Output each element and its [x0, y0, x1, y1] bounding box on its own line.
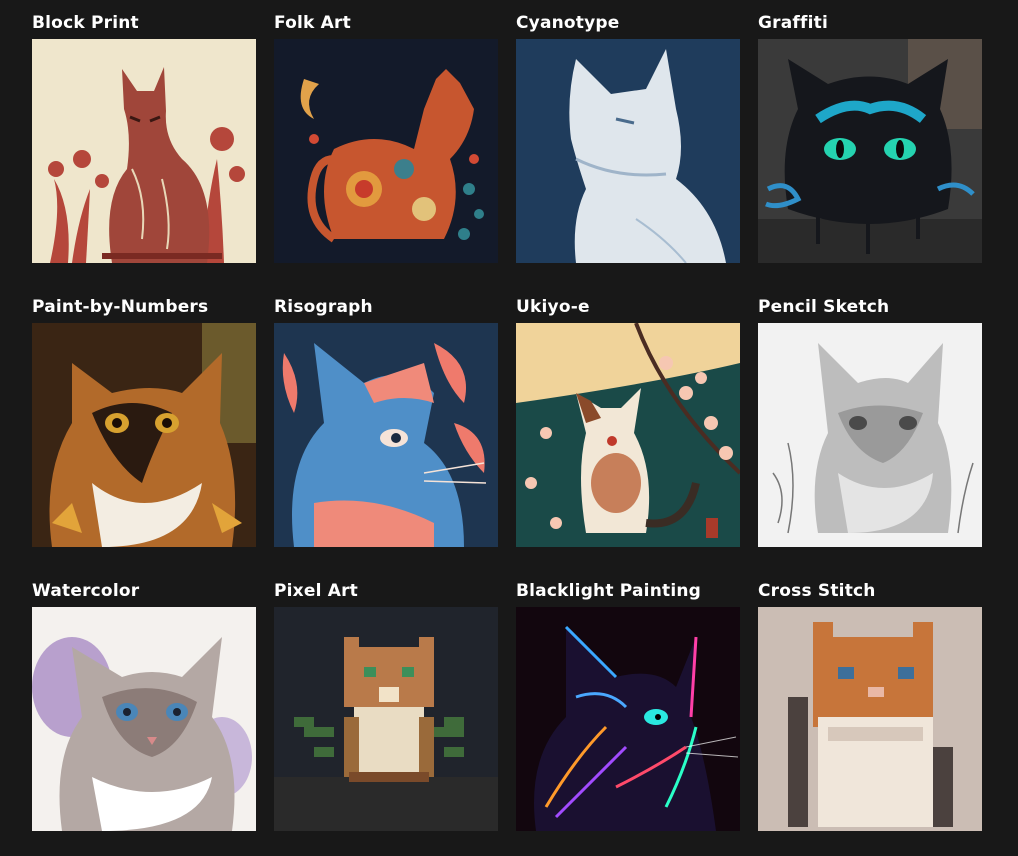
- gallery-card-cyanotype[interactable]: Cyanotype: [516, 12, 740, 263]
- card-label: Pencil Sketch: [758, 297, 890, 317]
- card-label: Graffiti: [758, 13, 828, 33]
- cat-graffiti-image[interactable]: [758, 39, 982, 263]
- cat-blacklight-painting-image[interactable]: [516, 607, 740, 831]
- card-label: Risograph: [274, 297, 373, 317]
- card-label: Blacklight Painting: [516, 581, 702, 601]
- card-label: Folk Art: [274, 13, 351, 33]
- style-gallery-grid: Block Print Folk Art Cyanotype Graffiti …: [32, 12, 982, 831]
- gallery-card-pixel-art[interactable]: Pixel Art: [274, 580, 498, 831]
- gallery-card-folk-art[interactable]: Folk Art: [274, 12, 498, 263]
- gallery-card-block-print[interactable]: Block Print: [32, 12, 256, 263]
- cat-cross-stitch-image[interactable]: [758, 607, 982, 831]
- cat-block-print-image[interactable]: [32, 39, 256, 263]
- card-label: Paint-by-Numbers: [32, 297, 209, 317]
- cat-ukiyo-e-image[interactable]: [516, 323, 740, 547]
- gallery-card-watercolor[interactable]: Watercolor: [32, 580, 256, 831]
- card-label: Ukiyo-e: [516, 297, 590, 317]
- card-label: Block Print: [32, 13, 139, 33]
- cat-paint-by-numbers-image[interactable]: [32, 323, 256, 547]
- cat-watercolor-image[interactable]: [32, 607, 256, 831]
- gallery-card-ukiyo-e[interactable]: Ukiyo-e: [516, 296, 740, 547]
- card-label: Pixel Art: [274, 581, 358, 601]
- card-label: Cross Stitch: [758, 581, 876, 601]
- gallery-card-paint-by-numbers[interactable]: Paint-by-Numbers: [32, 296, 256, 547]
- gallery-card-cross-stitch[interactable]: Cross Stitch: [758, 580, 982, 831]
- gallery-card-risograph[interactable]: Risograph: [274, 296, 498, 547]
- cat-pencil-sketch-image[interactable]: [758, 323, 982, 547]
- gallery-card-pencil-sketch[interactable]: Pencil Sketch: [758, 296, 982, 547]
- gallery-card-graffiti[interactable]: Graffiti: [758, 12, 982, 263]
- card-label: Cyanotype: [516, 13, 620, 33]
- cat-pixel-art-image[interactable]: [274, 607, 498, 831]
- gallery-card-blacklight-painting[interactable]: Blacklight Painting: [516, 580, 740, 831]
- card-label: Watercolor: [32, 581, 140, 601]
- cat-risograph-image[interactable]: [274, 323, 498, 547]
- cat-folk-art-image[interactable]: [274, 39, 498, 263]
- cat-cyanotype-image[interactable]: [516, 39, 740, 263]
